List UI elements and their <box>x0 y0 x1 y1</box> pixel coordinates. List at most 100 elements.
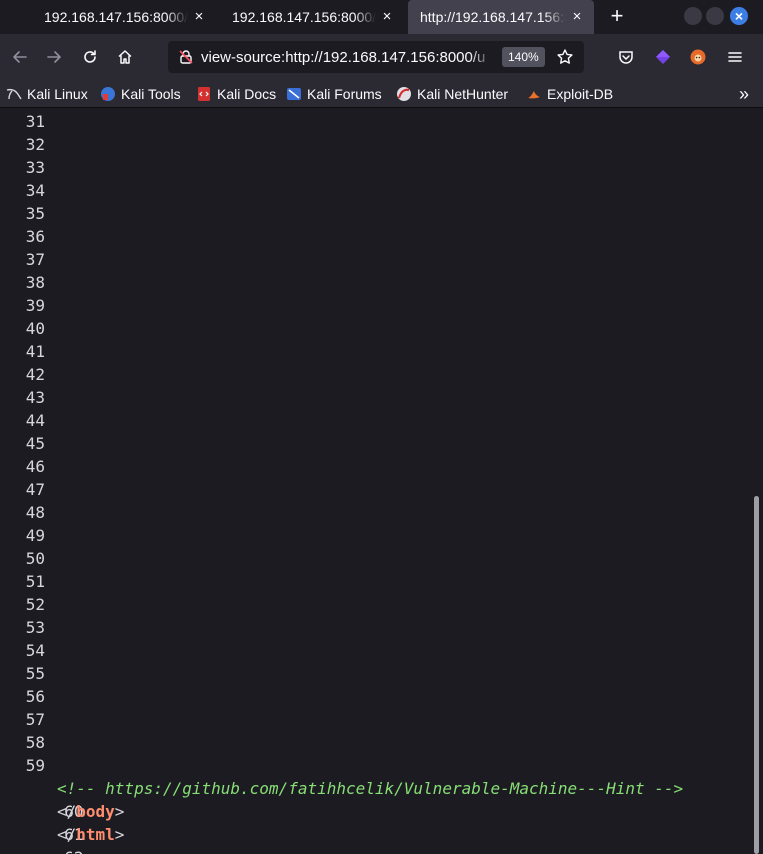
tag-close-bracket: > <box>114 825 125 844</box>
bookmark-exploit-db[interactable]: Exploit-DB <box>526 84 613 104</box>
source-line: 58 <box>0 731 750 754</box>
bookmark-kali-tools[interactable]: Kali Tools <box>100 84 181 104</box>
source-line: 54 <box>0 639 750 662</box>
source-line: 42 <box>0 363 750 386</box>
extension-button[interactable] <box>649 43 677 71</box>
line-number: 41 <box>25 342 45 361</box>
bookmark-kali-nethunter[interactable]: Kali NetHunter <box>396 84 508 104</box>
tab-title: 192.168.147.156:8000/u <box>232 9 376 25</box>
bookmark-star-icon[interactable] <box>556 48 574 66</box>
vertical-scrollbar[interactable] <box>754 496 759 854</box>
addon-fox-icon <box>690 49 706 65</box>
kali-nethunter-icon <box>397 87 411 101</box>
line-number: 31 <box>25 112 45 131</box>
source-line-60: 60 <!-- https://github.com/fatihhcelik/V… <box>0 777 750 821</box>
line-number: 40 <box>25 319 45 338</box>
new-tab-button[interactable]: + <box>604 4 630 30</box>
line-number: 50 <box>25 549 45 568</box>
tab-1[interactable]: 192.168.147.156:8000/r × <box>32 0 216 34</box>
source-line-63: 63 <box>0 846 750 854</box>
back-button[interactable] <box>6 43 34 71</box>
tag-close-bracket: > <box>114 802 125 821</box>
tab-title: 192.168.147.156:8000/r <box>44 9 188 25</box>
line-number: 51 <box>25 572 45 591</box>
source-line: 45 <box>0 432 750 455</box>
bookmark-kali-forums[interactable]: Kali Forums <box>286 84 382 104</box>
bookmark-kali-docs[interactable]: Kali Docs <box>196 84 276 104</box>
closing-html-tag: </html> <box>57 823 124 846</box>
source-line: 56 <box>0 685 750 708</box>
source-line: 31 <box>0 110 750 133</box>
kali-docs-icon <box>198 87 210 101</box>
line-number: 54 <box>25 641 45 660</box>
closing-body-tag: </body> <box>57 800 124 823</box>
tab-close-icon[interactable]: × <box>570 9 584 24</box>
bookmarks-toolbar: Kali Linux Kali Tools Kali Docs Kali For… <box>0 80 763 108</box>
tag-name-body: body <box>76 802 115 821</box>
insecure-lock-icon[interactable] <box>178 49 194 65</box>
line-number: 36 <box>25 227 45 246</box>
bookmark-kali-linux[interactable]: Kali Linux <box>6 84 88 104</box>
arrow-left-icon <box>13 51 27 63</box>
tab-strip: 192.168.147.156:8000/r × 192.168.147.156… <box>0 0 763 34</box>
url-bar[interactable]: 140% <box>168 41 584 73</box>
source-line: 38 <box>0 271 750 294</box>
source-line: 34 <box>0 179 750 202</box>
zoom-level-badge[interactable]: 140% <box>502 47 545 67</box>
bookmark-label: Kali Docs <box>217 86 277 102</box>
bookmark-label: Kali Linux <box>27 86 88 102</box>
forward-button[interactable] <box>40 43 68 71</box>
source-line: 55 <box>0 662 750 685</box>
reload-button[interactable] <box>76 43 104 71</box>
source-line: 48 <box>0 501 750 524</box>
bookmark-label: Kali Tools <box>121 86 181 102</box>
source-line: 41 <box>0 340 750 363</box>
maximize-button[interactable] <box>706 7 724 25</box>
tab-3-active[interactable]: http://192.168.147.156:8 × <box>408 0 594 34</box>
source-line: 37 <box>0 248 750 271</box>
kali-linux-icon <box>6 88 22 100</box>
source-line: 51 <box>0 570 750 593</box>
arrow-right-icon <box>47 51 61 63</box>
line-number: 45 <box>25 434 45 453</box>
source-line-62: 62 </html> <box>0 823 750 854</box>
source-line: 53 <box>0 616 750 639</box>
minimize-button[interactable] <box>684 7 702 25</box>
bookmarks-overflow-chevron-icon[interactable]: » <box>739 84 749 105</box>
line-number: 38 <box>25 273 45 292</box>
line-number: 55 <box>25 664 45 683</box>
line-number: 42 <box>25 365 45 384</box>
menu-button[interactable] <box>721 43 749 71</box>
line-number: 44 <box>25 411 45 430</box>
nav-toolbar: 140% <box>0 34 763 80</box>
addon-button[interactable] <box>684 43 712 71</box>
html-comment-hint[interactable]: <!-- https://github.com/fatihhcelik/Vuln… <box>57 777 683 800</box>
tab-close-icon[interactable]: × <box>380 9 394 24</box>
source-line: 50 <box>0 547 750 570</box>
source-line: 32 <box>0 133 750 156</box>
line-number: 37 <box>25 250 45 269</box>
home-button[interactable] <box>111 43 139 71</box>
view-source-content: 31 32 33 34 35 36 37 38 39 40 41 42 43 44 45 46 47 48 49 50… <box>0 109 763 854</box>
line-number: 48 <box>25 503 45 522</box>
line-number: 35 <box>25 204 45 223</box>
window-close-button[interactable]: × <box>730 7 748 25</box>
source-line: 52 <box>0 593 750 616</box>
line-number: 58 <box>25 733 45 752</box>
source-line: 36 <box>0 225 750 248</box>
exploit-db-icon <box>528 91 540 99</box>
source-line: 43 <box>0 386 750 409</box>
pocket-button[interactable] <box>612 43 640 71</box>
tab-2[interactable]: 192.168.147.156:8000/u × <box>220 0 404 34</box>
url-input[interactable] <box>201 41 493 73</box>
tag-open-bracket: </ <box>57 825 77 844</box>
kali-tools-icon <box>101 87 115 101</box>
line-number: 46 <box>25 457 45 476</box>
pocket-icon <box>619 51 633 64</box>
bookmark-label: Kali Forums <box>307 86 382 102</box>
line-number: 39 <box>25 296 45 315</box>
source-line: 47 <box>0 478 750 501</box>
tab-close-icon[interactable]: × <box>192 9 206 24</box>
tab-title: http://192.168.147.156:8 <box>420 9 566 25</box>
source-line: 40 <box>0 317 750 340</box>
